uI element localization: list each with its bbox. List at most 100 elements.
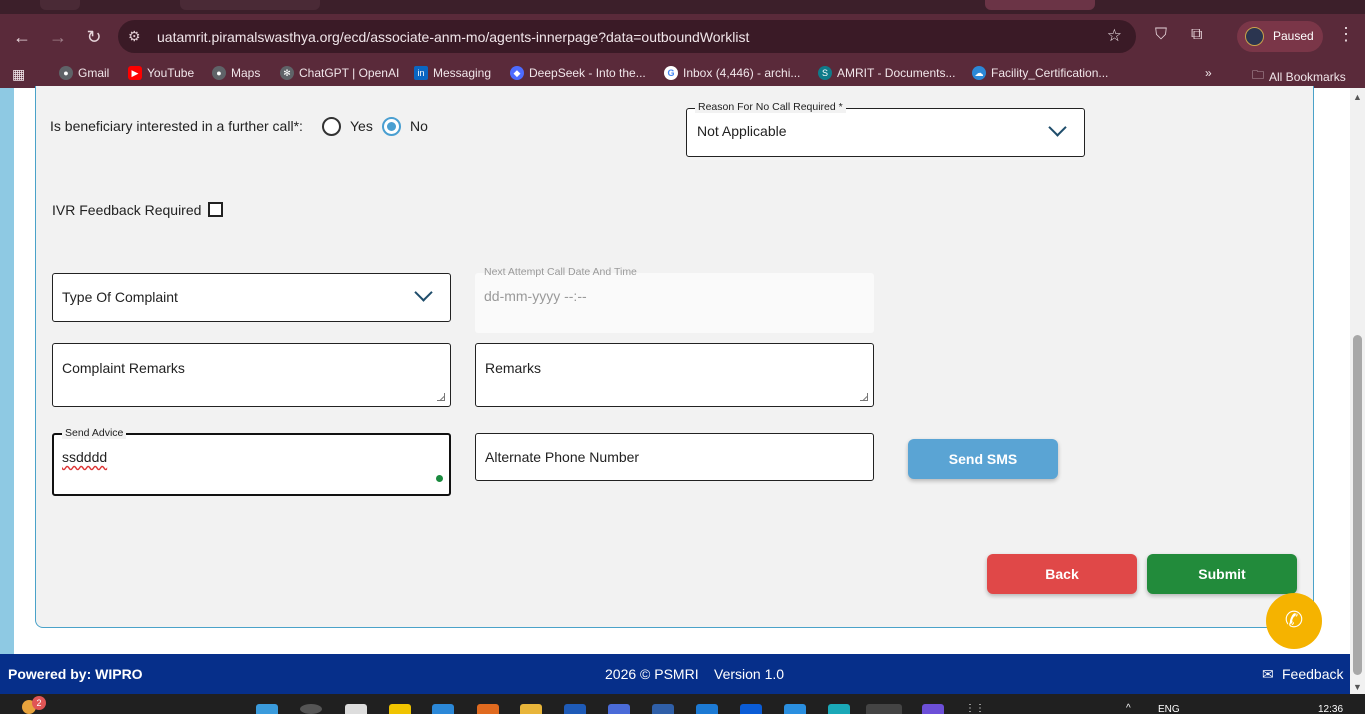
reload-icon[interactable]: ↻ <box>81 24 107 50</box>
sharepoint-icon: S <box>818 66 832 80</box>
profile-status: Paused <box>1273 29 1314 43</box>
page-viewport: Is beneficiary interested in a further c… <box>0 86 1365 694</box>
radio-no-label[interactable]: No <box>410 118 428 134</box>
complaint-remarks-textarea[interactable]: Complaint Remarks <box>52 343 451 407</box>
chevron-up-icon[interactable]: ^ <box>1126 703 1131 714</box>
chevron-down-icon <box>414 283 433 302</box>
extensions-icon[interactable]: ⧉ <box>1191 26 1202 44</box>
reason-value: Not Applicable <box>697 123 787 139</box>
language-indicator[interactable]: ENG <box>1158 704 1180 714</box>
globe-icon: ● <box>59 66 73 80</box>
search-icon[interactable] <box>300 704 322 714</box>
bookmark-item[interactable]: S AMRIT - Documents... <box>818 66 955 80</box>
resize-handle-icon[interactable] <box>437 393 445 401</box>
bookmark-item[interactable]: ☁ Facility_Certification... <box>972 66 1108 80</box>
scroll-down-icon[interactable]: ▼ <box>1353 682 1362 692</box>
browser-toolbar: ← → ↻ ⚙ uatamrit.piramalswasthya.org/ecd… <box>0 14 1365 60</box>
all-bookmarks[interactable]: 🗀 All Bookmarks <box>1252 66 1346 87</box>
bookmark-item[interactable]: ✻ ChatGPT | OpenAI <box>280 66 399 80</box>
app-icon[interactable] <box>922 704 944 714</box>
bookmark-item[interactable]: G Inbox (4,446) - archi... <box>664 66 800 80</box>
app-icon[interactable] <box>608 704 630 714</box>
shield-icon[interactable]: ⛉ <box>1155 26 1167 44</box>
profile-button[interactable]: Paused <box>1237 21 1323 52</box>
back-button[interactable]: Back <box>987 554 1137 594</box>
submit-button[interactable]: Submit <box>1147 554 1297 594</box>
app-icon[interactable] <box>432 704 454 714</box>
site-info-icon[interactable]: ⚙ <box>128 28 141 45</box>
clock-time[interactable]: 12:36 <box>1318 704 1343 714</box>
mail-icon: ✉ <box>1262 666 1274 682</box>
page-scrollbar[interactable]: ▲ ▼ <box>1350 88 1365 694</box>
scroll-up-icon[interactable]: ▲ <box>1353 92 1362 102</box>
bookmark-label: ChatGPT | OpenAI <box>299 66 400 80</box>
linkedin-icon: in <box>414 66 428 80</box>
app-icon[interactable] <box>652 704 674 714</box>
interested-question-label: Is beneficiary interested in a further c… <box>50 118 303 134</box>
bookmark-item[interactable]: in Messaging <box>414 66 491 80</box>
avatar <box>1245 27 1264 46</box>
chrome-icon[interactable] <box>866 704 902 714</box>
back-arrow-icon[interactable]: ← <box>9 24 35 50</box>
alternate-phone-field[interactable]: Alternate Phone Number <box>475 433 874 481</box>
app-icon[interactable] <box>477 704 499 714</box>
start-icon[interactable] <box>256 704 278 714</box>
bookmark-item[interactable]: ● Gmail <box>59 66 109 80</box>
task-view-icon[interactable] <box>345 704 367 714</box>
folder-icon[interactable] <box>520 704 542 714</box>
bookmarks-bar: ▦ ● Gmail ▶ YouTube ● Maps ✻ ChatGPT | OpenA… <box>0 60 1365 88</box>
more-bookmarks-icon[interactable]: » <box>1205 66 1212 80</box>
send-advice-label: Send Advice <box>62 427 127 439</box>
radio-no[interactable] <box>382 117 401 136</box>
app-icon[interactable] <box>740 704 762 714</box>
app-icon[interactable] <box>828 704 850 714</box>
scrollbar-thumb[interactable] <box>1353 335 1362 675</box>
notification-badge: 2 <box>32 696 46 710</box>
call-closure-form: Is beneficiary interested in a further c… <box>35 86 1314 628</box>
call-button[interactable]: ✆ <box>1266 593 1322 649</box>
resize-handle-icon[interactable] <box>860 393 868 401</box>
remarks-textarea[interactable]: Remarks <box>475 343 874 407</box>
send-advice-value: ssdddd <box>62 449 108 465</box>
menu-icon[interactable]: ⋮ <box>1337 24 1355 45</box>
active-tab[interactable] <box>985 0 1095 10</box>
copyright: 2026 © PSMRI <box>605 666 699 682</box>
overflow-icon[interactable]: ⋮⋮ <box>965 703 985 714</box>
bookmark-label: Facility_Certification... <box>991 66 1109 80</box>
reason-label: Reason For No Call Required * <box>695 101 846 113</box>
bookmark-label: DeepSeek - Into the... <box>529 66 646 80</box>
deepseek-icon: ◆ <box>510 66 524 80</box>
bookmark-item[interactable]: ▶ YouTube <box>128 66 194 80</box>
onedrive-icon: ☁ <box>972 66 986 80</box>
feedback-link[interactable]: Feedback <box>1282 666 1343 682</box>
forward-arrow-icon[interactable]: → <box>45 24 71 50</box>
vscode-icon[interactable] <box>784 704 806 714</box>
send-advice-textarea[interactable]: Send Advice ssdddd <box>52 427 451 496</box>
send-sms-button[interactable]: Send SMS <box>908 439 1058 479</box>
complaint-type-select[interactable]: Type Of Complaint <box>52 273 451 322</box>
radio-yes[interactable] <box>322 117 341 136</box>
bookmark-label: YouTube <box>147 66 195 80</box>
radio-yes-label[interactable]: Yes <box>350 118 373 134</box>
tab[interactable] <box>180 0 320 10</box>
address-bar[interactable]: ⚙ uatamrit.piramalswasthya.org/ecd/assoc… <box>118 20 1136 53</box>
reason-select[interactable]: Reason For No Call Required * Not Applic… <box>686 101 1085 157</box>
ivr-checkbox[interactable] <box>208 202 223 217</box>
bookmark-item[interactable]: ● Maps <box>212 66 260 80</box>
apps-grid-icon[interactable]: ▦ <box>12 66 25 83</box>
complaint-type-placeholder: Type Of Complaint <box>62 289 178 305</box>
bookmark-label: AMRIT - Documents... <box>837 66 956 80</box>
bookmark-star-icon[interactable]: ☆ <box>1107 26 1122 46</box>
app-icon[interactable] <box>696 704 718 714</box>
bookmark-item[interactable]: ◆ DeepSeek - Into the... <box>510 66 646 80</box>
tab[interactable] <box>40 0 80 10</box>
app-icon[interactable] <box>564 704 586 714</box>
chevron-down-icon <box>1048 118 1067 137</box>
app-icon[interactable] <box>389 704 411 714</box>
phone-icon: ✆ <box>1284 607 1304 632</box>
next-attempt-placeholder: dd-mm-yyyy --:-- <box>484 288 587 304</box>
globe-icon: ● <box>212 66 226 80</box>
next-attempt-datetime[interactable]: Next Attempt Call Date And Time dd-mm-yy… <box>475 266 874 333</box>
os-taskbar: 2 ⋮⋮ ^ ENG 12:36 <box>0 694 1365 714</box>
version: Version 1.0 <box>714 666 785 682</box>
